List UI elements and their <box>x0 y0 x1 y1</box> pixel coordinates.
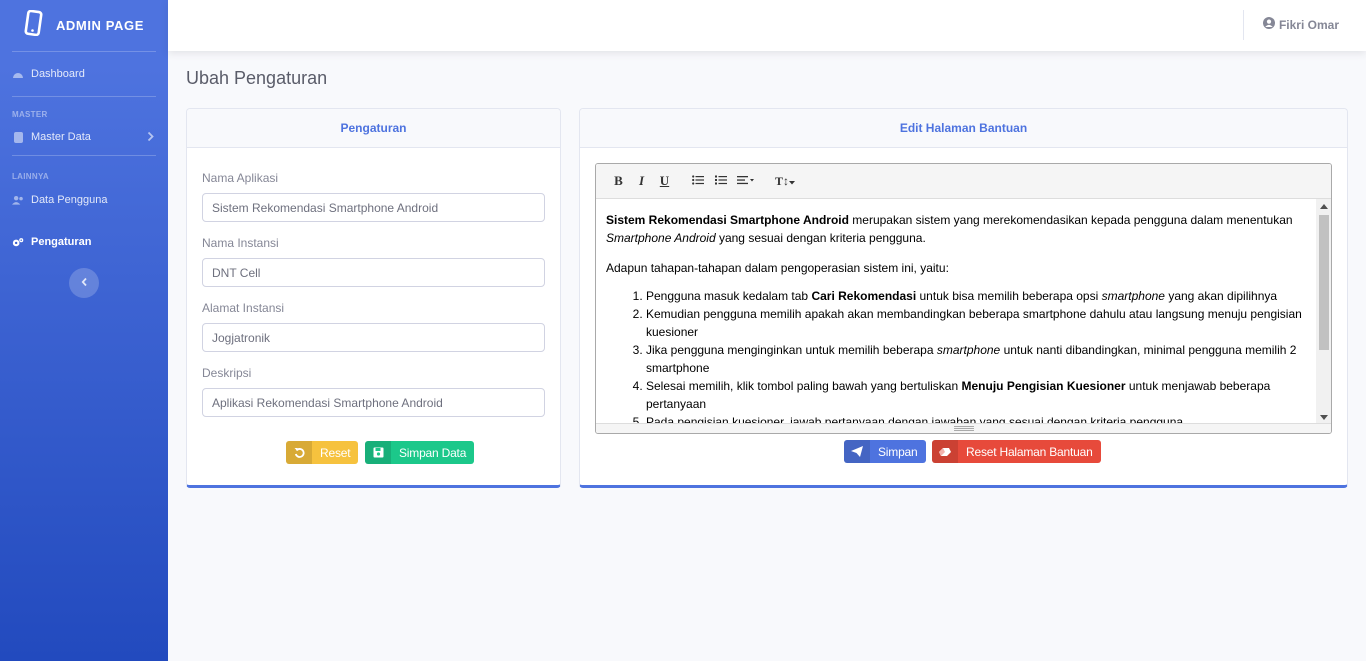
sidebar-toggle-button[interactable] <box>69 268 99 298</box>
user-circle-icon <box>1262 17 1275 32</box>
sidebar-item-label: Dashboard <box>31 68 85 80</box>
reset-button-label: Reset <box>320 445 351 460</box>
cogs-icon <box>12 236 24 248</box>
scrollbar-thumb[interactable] <box>1319 215 1329 350</box>
sidebar-heading-master: MASTER <box>12 110 48 119</box>
italic-button[interactable]: I <box>630 171 653 191</box>
list-ol-icon <box>714 173 727 189</box>
scroll-up-arrow-icon[interactable] <box>1320 204 1328 209</box>
sidebar-item-dashboard[interactable]: Dashboard <box>0 52 168 96</box>
help-steps-list: Pengguna masuk kedalam tab Cari Rekomend… <box>606 287 1306 425</box>
page-title: Ubah Pengaturan <box>186 68 328 88</box>
simpan-data-button[interactable]: Simpan Data <box>365 441 475 464</box>
user-name: Fikri Omar <box>1278 17 1339 32</box>
topbar: Fikri Omar <box>168 0 1366 51</box>
settings-card: Pengaturan Nama Aplikasi Sistem Rekomend… <box>186 108 561 488</box>
alamat-instansi-input[interactable]: Jogjatronik <box>202 323 545 352</box>
sidebar-heading-lainnya: LAINNYA <box>12 172 49 181</box>
eraser-icon <box>932 440 958 463</box>
font-size-dropdown-button[interactable]: T↕ <box>770 171 800 191</box>
sidebar-brand[interactable]: ADMIN PAGE <box>0 0 168 51</box>
user-menu[interactable]: Fikri Omar <box>1262 17 1339 32</box>
bold-button[interactable]: B <box>607 171 630 191</box>
editor-resize-handle[interactable] <box>596 423 1331 433</box>
mobile-phone-icon <box>24 9 44 41</box>
chevron-left-icon <box>81 274 88 292</box>
sidebar-item-label: Pengaturan <box>31 236 92 248</box>
help-paragraph-2: Adapun tahapan-tahapan dalam pengoperasi… <box>606 261 949 275</box>
alamat-instansi-label: Alamat Instansi <box>202 301 285 315</box>
ordered-list-button[interactable] <box>709 171 732 191</box>
editor-scrollbar[interactable] <box>1316 199 1331 425</box>
simpan-button[interactable]: Simpan <box>844 440 926 463</box>
scroll-down-arrow-icon[interactable] <box>1320 415 1328 420</box>
tachometer-icon <box>12 68 24 80</box>
editor-toolbar: B I U T↕ <box>596 164 1331 199</box>
caret-down-icon <box>789 174 795 189</box>
nama-instansi-label: Nama Instansi <box>202 236 279 250</box>
reset-help-page-button[interactable]: Reset Halaman Bantuan <box>932 440 1101 463</box>
nama-aplikasi-input[interactable]: Sistem Rekomendasi Smartphone Android <box>202 193 545 222</box>
help-page-card-header: Edit Halaman Bantuan <box>580 109 1347 148</box>
reset-help-page-button-label: Reset Halaman Bantuan <box>966 444 1093 459</box>
deskripsi-input[interactable]: Aplikasi Rekomendasi Smartphone Android <box>202 388 545 417</box>
help-paragraph-1: Sistem Rekomendasi Smartphone Android me… <box>606 213 1293 245</box>
nama-instansi-input[interactable]: DNT Cell <box>202 258 545 287</box>
sidebar-item-pengaturan[interactable]: Pengaturan <box>0 219 168 265</box>
align-left-icon <box>737 173 755 189</box>
font-size-label: T↕ <box>774 173 789 188</box>
sidebar-item-data-pengguna[interactable]: Data Pengguna <box>0 181 168 219</box>
editor-content[interactable]: Sistem Rekomendasi Smartphone Android me… <box>596 199 1316 425</box>
grip-icon <box>953 426 974 431</box>
paper-plane-icon <box>844 440 870 463</box>
list-ul-icon <box>691 173 704 189</box>
save-icon <box>365 441 391 464</box>
settings-card-header: Pengaturan <box>187 109 560 148</box>
sidebar-item-label: Master Data <box>31 131 91 143</box>
align-dropdown-button[interactable] <box>732 171 760 191</box>
sidebar-item-label: Data Pengguna <box>31 194 108 206</box>
nama-aplikasi-label: Nama Aplikasi <box>202 171 279 185</box>
users-icon <box>12 194 24 206</box>
chevron-right-icon <box>147 131 154 145</box>
undo-icon <box>286 441 312 464</box>
simpan-button-label: Simpan <box>878 444 918 459</box>
brand-title: ADMIN PAGE <box>55 18 145 33</box>
rich-text-editor[interactable]: B I U T↕ Sistem Rekomendasi Smartphone A… <box>595 163 1332 434</box>
database-icon <box>12 131 24 143</box>
list-item: Jika pengguna menginginkan untuk memilih… <box>646 341 1306 377</box>
sidebar-item-master-data[interactable]: Master Data <box>0 119 168 155</box>
topbar-divider <box>1243 10 1244 40</box>
sidebar: ADMIN PAGE Dashboard MASTER Master Data … <box>0 0 168 661</box>
simpan-data-button-label: Simpan Data <box>399 445 467 460</box>
underline-button[interactable]: U <box>653 171 676 191</box>
list-item: Pengguna masuk kedalam tab Cari Rekomend… <box>646 287 1306 305</box>
list-item: Selesai memilih, klik tombol paling bawa… <box>646 377 1306 413</box>
reset-button[interactable]: Reset <box>286 441 359 464</box>
help-page-card: Edit Halaman Bantuan B I U T↕ Sistem Rek… <box>579 108 1348 488</box>
sidebar-divider <box>12 96 156 97</box>
list-item: Kemudian pengguna memilih apakah akan me… <box>646 305 1306 341</box>
unordered-list-button[interactable] <box>686 171 709 191</box>
sidebar-divider <box>12 155 156 156</box>
deskripsi-label: Deskripsi <box>202 366 252 380</box>
